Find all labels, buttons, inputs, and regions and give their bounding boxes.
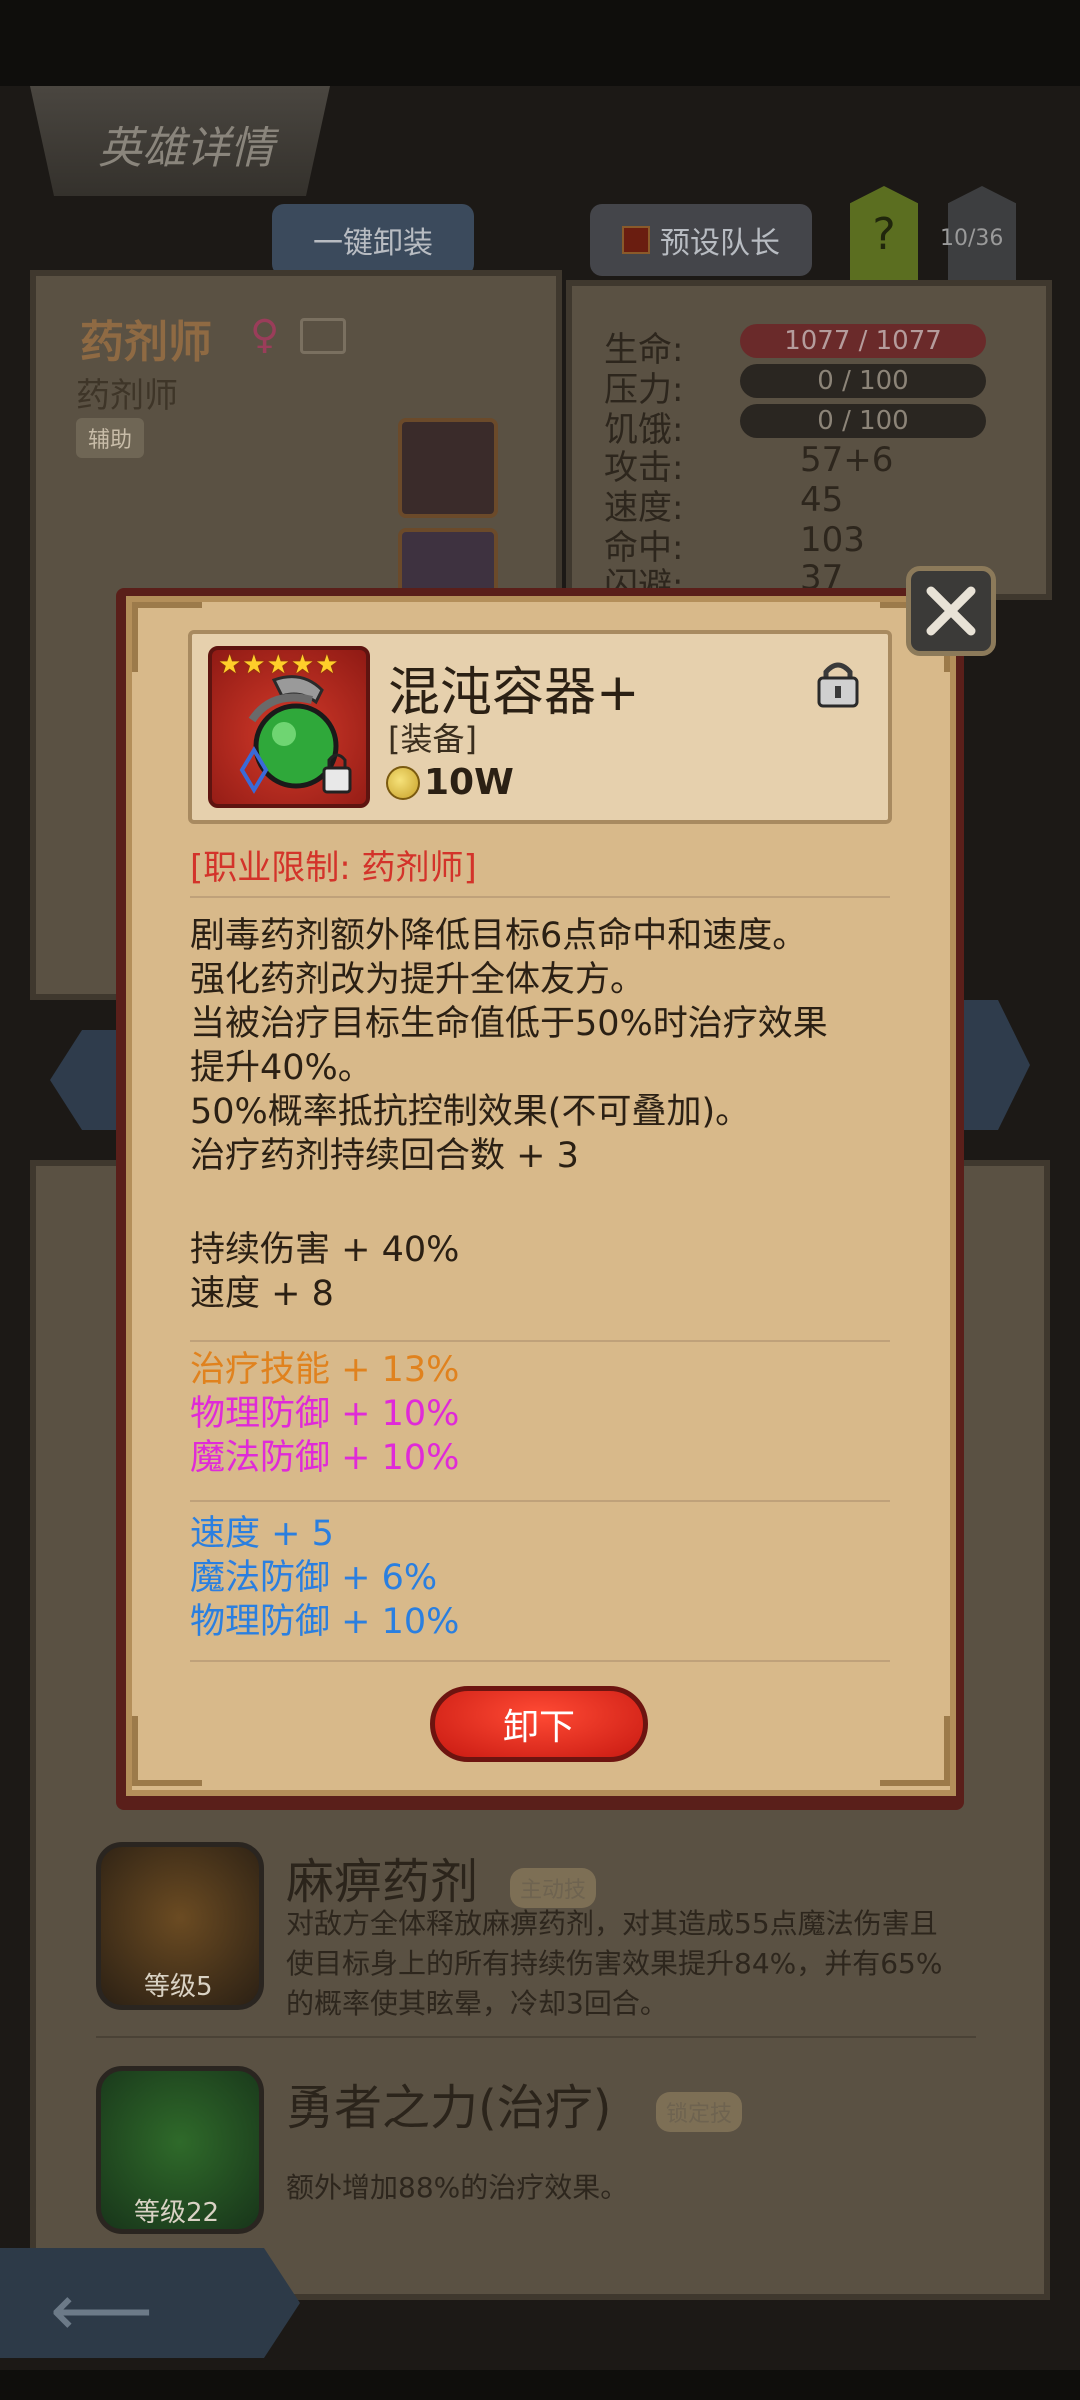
skill-desc-line: 对敌方全体释放麻痹药剂，对其造成55点魔法伤害且 [286, 1907, 938, 1940]
item-star-rating: ★★★★★ [218, 650, 340, 680]
stat-value-speed: 45 [800, 480, 844, 520]
description-line: 强化药剂改为提升全体友方。 [190, 960, 646, 1000]
preset-leader-label: 预设队长 [660, 226, 780, 261]
stat-value-attack: 57+6 [800, 440, 894, 480]
skill-desc-line: 的概率使其眩晕，冷却3回合。 [286, 1987, 668, 2020]
unequip-all-button[interactable]: 一键卸装 [272, 204, 474, 276]
extra-stat-line: 魔法防御 + 10% [190, 1438, 460, 1478]
description-line: 剧毒药剂额外降低目标6点命中和速度。 [190, 916, 808, 956]
divider [190, 896, 890, 898]
stat-value-accuracy: 103 [800, 520, 865, 560]
base-stat-line: 持续伤害 + 40% [190, 1230, 460, 1270]
item-description: 剧毒药剂额外降低目标6点命中和速度。 强化药剂改为提升全体友方。 当被治疗目标生… [190, 914, 828, 1178]
base-stats: 持续伤害 + 40% 速度 + 8 [190, 1228, 459, 1316]
status-bar [0, 0, 1080, 86]
skill-name: 勇者之力(治疗) [286, 2080, 612, 2136]
skill-tag: 锁定技 [656, 2092, 743, 2132]
page-title: 英雄详情 [98, 123, 274, 174]
extra-stats: 治疗技能 + 13% 物理防御 + 10% 魔法防御 + 10% [190, 1348, 459, 1480]
extra-stat-line: 物理防御 + 10% [190, 1394, 460, 1434]
skill-description: 额外增加88%的治疗效果。 [286, 2168, 1006, 2208]
hero-count-text: 10/36 [940, 226, 1004, 251]
close-icon [926, 586, 976, 636]
skill-desc-line: 额外增加88%的治疗效果。 [286, 2171, 629, 2204]
bonus-stats: 速度 + 5 魔法防御 + 6% 物理防御 + 10% [190, 1512, 459, 1644]
hero-name: 药剂师 [80, 317, 212, 368]
class-restriction: [职业限制: 药剂师] [190, 848, 477, 888]
hero-class: 药剂师 [76, 376, 178, 416]
help-button[interactable]: ? [850, 186, 918, 282]
divider [190, 1500, 890, 1502]
skill-divider [96, 2036, 976, 2038]
extra-stat-line: 治疗技能 + 13% [190, 1350, 460, 1390]
bonus-stat-line: 魔法防御 + 6% [190, 1558, 438, 1598]
stress-bar: 0 / 100 [740, 364, 986, 398]
unequip-button[interactable]: 卸下 [430, 1686, 648, 1762]
lock-icon[interactable] [814, 656, 862, 708]
hero-role-badge: 辅助 [76, 418, 145, 458]
back-arrow-icon: ⟵ [50, 2268, 154, 2352]
close-button[interactable] [906, 566, 996, 656]
equipment-slot-1[interactable] [398, 418, 498, 518]
skill-description: 对敌方全体释放麻痹药剂，对其造成55点魔法伤害且 使目标身上的所有持续伤害效果提… [286, 1904, 1006, 2024]
preset-leader-checkbox[interactable] [622, 226, 650, 254]
hp-bar: 1077 / 1077 [740, 324, 986, 358]
skill-level: 等级5 [144, 1972, 213, 2002]
bonus-stat-line: 物理防御 + 10% [190, 1602, 460, 1642]
hunger-bar: 0 / 100 [740, 404, 986, 438]
edit-name-icon[interactable] [300, 318, 346, 354]
divider [190, 1660, 890, 1662]
description-line: 治疗药剂持续回合数 + 3 [190, 1136, 579, 1176]
item-price: 10W [424, 762, 514, 803]
divider [190, 1340, 890, 1342]
skill-name: 麻痹药剂 [286, 1854, 479, 1910]
skill-tag: 主动技 [510, 1868, 597, 1908]
description-line: 当被治疗目标生命值低于50%时治疗效果 [190, 1004, 828, 1044]
female-icon: ♀ [250, 312, 280, 358]
base-stat-line: 速度 + 8 [190, 1274, 334, 1314]
skill-desc-line: 使目标身上的所有持续伤害效果提升84%，并有65% [286, 1947, 943, 1980]
preset-leader-button[interactable]: 预设队长 [590, 204, 812, 276]
skill-level: 等级22 [134, 2198, 220, 2228]
item-type: [装备] [388, 720, 477, 758]
description-line: 50%概率抵抗控制效果(不可叠加)。 [190, 1092, 751, 1132]
gold-coin-icon [386, 766, 420, 800]
bonus-stat-line: 速度 + 5 [190, 1514, 334, 1554]
frame-ornament [132, 1716, 202, 1786]
navigation-bar [0, 2370, 1080, 2400]
description-line: 提升40%。 [190, 1048, 373, 1088]
frame-ornament [880, 1716, 950, 1786]
